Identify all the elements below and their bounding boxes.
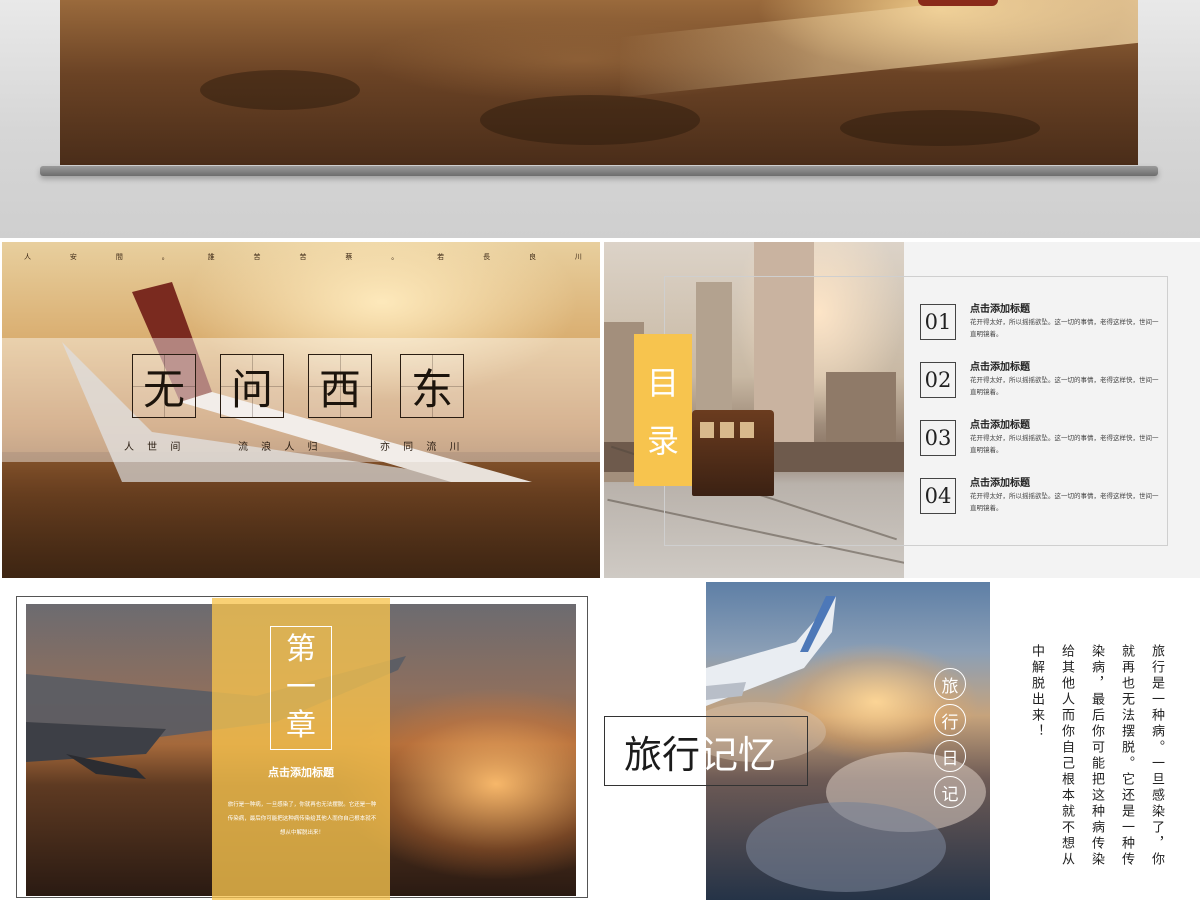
diary-circles: 旅 行 日 记 xyxy=(934,668,966,808)
heading-char: 录 xyxy=(646,422,679,460)
field-patch xyxy=(840,110,1040,146)
verse-char: 良 xyxy=(528,253,538,261)
chapter-char: 一 xyxy=(286,670,316,705)
chapter-char: 章 xyxy=(286,708,316,743)
plane-wingtip xyxy=(918,0,998,6)
memory-title-dark: 旅行 xyxy=(624,733,701,777)
slide-title[interactable]: 人 安 間 。 誰 苦 苦 蔡 。 若 長 良 川 无 问 西 东 人 世 间 … xyxy=(2,242,600,578)
contents-heading: 目 录 xyxy=(634,334,692,486)
field-patch xyxy=(480,95,700,145)
item-number: 04 xyxy=(920,478,956,514)
memory-title: 旅行记忆 xyxy=(624,724,776,779)
chapter-box: 第 一 章 xyxy=(270,626,332,750)
diary-circle: 日 xyxy=(934,740,966,772)
contents-item[interactable]: 03 点击添加标题 花开得太好，所以摇摇欲坠。这一切的事情，老得这样快，世间一直… xyxy=(920,416,1170,464)
vertical-text-column: 给其他人而你自己根本就不想从 xyxy=(1059,644,1074,868)
item-title: 点击添加标题 xyxy=(970,304,1030,315)
diary-circle: 行 xyxy=(934,704,966,736)
verse-char: 苦 xyxy=(253,253,263,261)
verse-char: 人 xyxy=(24,253,33,261)
title-char: 无 xyxy=(142,364,185,414)
title-char-box: 西 xyxy=(308,354,372,418)
verse-char: 間 xyxy=(115,253,125,261)
subtitle-phrase: 亦 同 流 川 xyxy=(380,442,465,453)
display-shelf xyxy=(40,166,1158,176)
chapter-title: 点击添加标题 xyxy=(268,766,334,779)
vertical-text-column: 就再也无法摆脱。它还是一种传 xyxy=(1119,644,1134,868)
contents-item[interactable]: 04 点击添加标题 花开得太好，所以摇摇欲坠。这一切的事情，老得这样快，世间一直… xyxy=(920,474,1170,522)
verse-char: 安 xyxy=(69,253,79,261)
diary-circle: 记 xyxy=(934,776,966,808)
subtitle-phrase: 流 浪 人 归 xyxy=(238,442,323,453)
hero-preview xyxy=(0,0,1200,238)
hero-landscape-image xyxy=(60,0,1138,165)
vertical-text-column: 中解脱出来！ xyxy=(1029,644,1044,740)
item-title: 点击添加标题 xyxy=(970,362,1030,373)
slide-chapter[interactable]: 第 一 章 点击添加标题 旅行是一种病，一旦感染了，你就再也无法摆脱。它还是一种… xyxy=(2,582,600,900)
verse-char: 。 xyxy=(161,253,171,261)
title-char-box: 问 xyxy=(220,354,284,418)
slide-memory[interactable]: 旅行记忆 旅 行 日 记 旅行是一种病。一旦感染了，你 就再也无法摆脱。它还是一… xyxy=(604,582,1200,900)
title-char: 西 xyxy=(318,364,361,414)
verse-char: 。 xyxy=(391,253,401,261)
item-number: 01 xyxy=(920,304,956,340)
item-text: 花开得太好，所以摇摇欲坠。这一切的事情，老得这样快，世间一直明镜着。 xyxy=(970,492,1159,512)
verse-char: 苦 xyxy=(299,253,309,261)
vertical-text-column: 旅行是一种病。一旦感染了，你 xyxy=(1149,644,1164,868)
verse-char: 川 xyxy=(574,253,584,261)
verse-char: 長 xyxy=(483,253,493,261)
title-char: 问 xyxy=(230,364,273,414)
slide-contents[interactable]: 目 录 01 点击添加标题 花开得太好，所以摇摇欲坠。这一切的事情，老得这样快，… xyxy=(604,242,1200,578)
contents-item[interactable]: 01 点击添加标题 花开得太好，所以摇摇欲坠。这一切的事情，老得这样快，世间一直… xyxy=(920,300,1170,348)
subtitle-phrase: 人 世 间 xyxy=(124,442,186,453)
item-title: 点击添加标题 xyxy=(970,420,1030,431)
verse-char: 誰 xyxy=(207,253,217,261)
item-text: 花开得太好，所以摇摇欲坠。这一切的事情，老得这样快，世间一直明镜着。 xyxy=(970,376,1159,396)
chapter-body: 旅行是一种病，一旦感染了，你就再也无法摆脱。它还是一种传染病，最后你可能把这种病… xyxy=(227,802,377,836)
item-number: 02 xyxy=(920,362,956,398)
chapter-char: 第 xyxy=(286,632,316,667)
river-reflection xyxy=(620,0,1138,98)
diary-circle: 旅 xyxy=(934,668,966,700)
item-number: 03 xyxy=(920,420,956,456)
heading-char: 目 xyxy=(646,364,679,402)
title-char-box: 无 xyxy=(132,354,196,418)
item-text: 花开得太好，所以摇摇欲坠。这一切的事情，老得这样快，世间一直明镜着。 xyxy=(970,318,1159,338)
item-title: 点击添加标题 xyxy=(970,478,1030,489)
item-text: 花开得太好，所以摇摇欲坠。这一切的事情，老得这样快，世间一直明镜着。 xyxy=(970,434,1159,454)
title-char: 东 xyxy=(410,364,453,414)
verse-char: 蔡 xyxy=(345,253,355,261)
title-char-box: 东 xyxy=(400,354,464,418)
vertical-text-column: 染病，最后你可能把这种病传染 xyxy=(1089,644,1104,868)
top-verse-line: 人 安 間 。 誰 苦 苦 蔡 。 若 長 良 川 xyxy=(24,252,584,262)
field-patch xyxy=(200,70,360,110)
memory-title-light: 记忆 xyxy=(700,733,777,777)
contents-item[interactable]: 02 点击添加标题 花开得太好，所以摇摇欲坠。这一切的事情，老得这样快，世间一直… xyxy=(920,358,1170,406)
verse-char: 若 xyxy=(437,253,447,261)
